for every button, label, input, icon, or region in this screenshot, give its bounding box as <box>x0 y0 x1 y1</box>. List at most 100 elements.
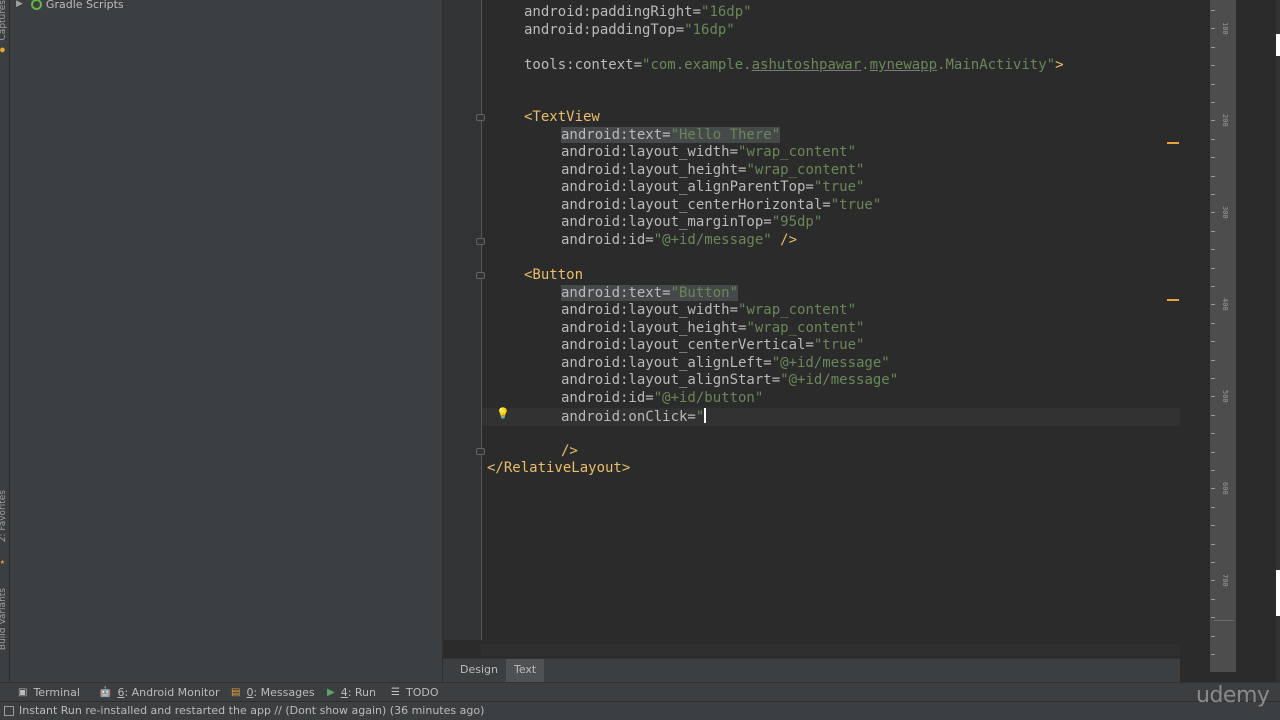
code-line: <Button <box>524 267 584 283</box>
ruler-tick <box>1211 194 1215 195</box>
favorites-tool-tab[interactable]: 2: Favorites <box>0 490 8 542</box>
ruler-tick <box>1211 488 1215 490</box>
ruler-tick <box>1211 267 1215 269</box>
ruler-tick <box>1211 433 1215 435</box>
code-line: android:onClick=" <box>561 408 707 425</box>
ruler-tick <box>1211 322 1215 324</box>
ruler-tick <box>1211 359 1215 361</box>
code-line: </RelativeLayout> <box>487 460 631 476</box>
terminal-icon: ▣ <box>18 687 28 698</box>
ruler-tick <box>1211 378 1215 379</box>
expand-arrow-icon[interactable]: ▶ <box>16 0 23 9</box>
code-line: android:text="Hello There" <box>561 127 781 143</box>
editor-gutter <box>443 0 481 640</box>
ruler-tick <box>1211 175 1215 177</box>
ruler-tick <box>1211 525 1215 527</box>
ruler-tick <box>1211 470 1215 471</box>
ruler-tick <box>1211 157 1215 159</box>
code-line: android:text="Button" <box>561 285 739 301</box>
ruler-tick <box>1211 396 1215 398</box>
code-line: android:paddingRight="16dp" <box>524 4 752 20</box>
ruler-tick <box>1211 617 1215 619</box>
code-line: android:layout_centerVertical="true" <box>561 337 865 353</box>
ruler-tick <box>1211 451 1215 453</box>
ruler-tick <box>1211 138 1215 140</box>
run-button[interactable]: ▶ 4: Run <box>327 685 376 700</box>
ruler-tick <box>1211 249 1215 251</box>
horizontal-scrollbar[interactable] <box>481 644 1180 656</box>
terminal-button[interactable]: ▣ Terminal <box>18 685 80 700</box>
ruler-tick <box>1211 212 1215 214</box>
ruler-label: 700 <box>1221 574 1229 587</box>
ruler-label: 600 <box>1221 482 1229 495</box>
code-line: android:layout_height="wrap_content" <box>561 320 865 336</box>
messages-icon: ▤ <box>231 687 241 698</box>
messages-button[interactable]: ▤ 0: Messages <box>231 685 315 700</box>
ruler-tick <box>1211 286 1215 287</box>
ruler-label: 400 <box>1221 298 1229 311</box>
ruler-tick <box>1211 341 1215 343</box>
code-line: android:layout_height="wrap_content" <box>561 162 865 178</box>
status-bar: Instant Run re-installed and restarted t… <box>0 701 1280 720</box>
code-line: android:layout_alignStart="@+id/message" <box>561 372 899 388</box>
ruler-tick <box>1211 635 1215 637</box>
vertical-ruler: 100 200 300 400 500 600 700 <box>1210 0 1236 672</box>
gradle-icon <box>30 0 42 10</box>
lightbulb-icon[interactable]: 💡 <box>496 408 510 420</box>
android-monitor-button[interactable]: 🤖 6: Android Monitor <box>99 685 220 700</box>
code-line: android:layout_marginTop="95dp" <box>561 214 823 230</box>
code-line: android:layout_width="wrap_content" <box>561 302 857 318</box>
fold-marker-icon[interactable] <box>476 272 485 279</box>
code-line: android:id="@+id/message" /> <box>561 232 798 248</box>
ruler-tick <box>1211 120 1215 122</box>
todo-button[interactable]: ☰ TODO <box>391 685 438 700</box>
todo-icon: ☰ <box>391 687 400 698</box>
ruler-tick <box>1211 562 1215 563</box>
ruler-tick <box>1211 580 1215 582</box>
build-variants-tool-tab[interactable]: Build Variants <box>0 588 8 650</box>
fold-marker-icon[interactable] <box>476 238 485 245</box>
captures-icon: ● <box>0 45 5 54</box>
ruler-tick <box>1211 654 1215 655</box>
ruler-tick <box>1211 598 1215 600</box>
warning-stripe-marker[interactable] <box>1167 142 1179 144</box>
editor-mode-tabs: Design Text <box>443 658 1180 682</box>
warning-stripe-marker[interactable] <box>1167 299 1179 301</box>
ruler-label: 300 <box>1221 206 1229 219</box>
tab-text[interactable]: Text <box>506 659 545 682</box>
ruler-tick <box>1211 304 1215 306</box>
code-line: tools:context="com.example.ashutoshpawar… <box>524 57 1064 73</box>
ruler-label: 500 <box>1221 390 1229 403</box>
tool-window-bar: ▣ Terminal 🤖 6: Android Monitor ▤ 0: Mes… <box>0 682 1280 701</box>
code-line: android:layout_centerHorizontal="true" <box>561 197 882 213</box>
status-message[interactable]: Instant Run re-installed and restarted t… <box>19 704 484 717</box>
fold-marker-icon[interactable] <box>476 448 485 455</box>
ruler-tick <box>1211 10 1215 11</box>
code-line: android:layout_width="wrap_content" <box>561 144 857 160</box>
preview-ruler-panel: 100 200 300 400 500 600 700 <box>1180 0 1280 682</box>
udemy-watermark: udemy <box>1196 683 1270 708</box>
gradle-scripts-label: Gradle Scripts <box>45 0 124 11</box>
code-line: android:layout_alignLeft="@+id/message" <box>561 355 890 371</box>
ruler-label: 100 <box>1221 22 1229 35</box>
code-line: android:paddingTop="16dp" <box>524 22 735 38</box>
run-icon: ▶ <box>327 687 335 698</box>
ruler-label: 200 <box>1221 114 1229 127</box>
tool-windows-toggle-icon[interactable] <box>4 706 14 716</box>
ruler-tick <box>1211 46 1215 48</box>
code-line: <TextView <box>524 109 600 125</box>
left-tool-strip: Captures ● 2: Favorites ★ Build Variants <box>0 0 10 682</box>
gradle-scripts-tree-item[interactable]: ▶ Gradle Scripts <box>16 0 124 13</box>
fold-marker-icon[interactable] <box>476 114 485 121</box>
ruler-tick <box>1211 230 1215 232</box>
ruler-tick <box>1211 414 1215 416</box>
ruler-tick <box>1211 543 1215 545</box>
ruler-tick <box>1211 28 1215 30</box>
ruler-tick <box>1211 65 1215 67</box>
captures-tool-tab[interactable]: Captures <box>0 0 8 40</box>
tab-design[interactable]: Design <box>452 659 506 682</box>
project-panel: ▶ Gradle Scripts <box>10 0 443 682</box>
android-icon: 🤖 <box>99 687 112 698</box>
code-editor[interactable]: 💡 android:paddingRight="16dp" android:pa… <box>443 0 1180 658</box>
code-line: /> <box>561 443 578 459</box>
